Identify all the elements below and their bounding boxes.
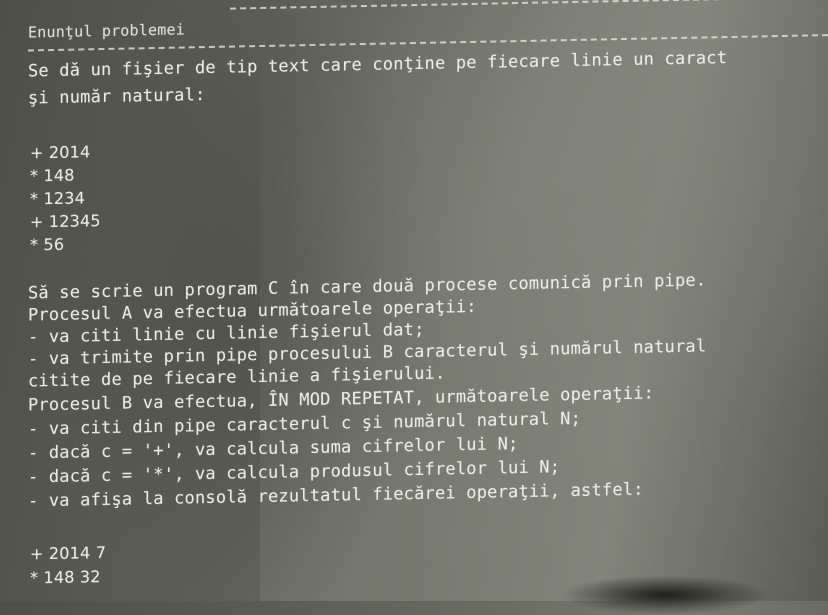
problem-title: Enunţul problemei (28, 20, 185, 42)
statement-line-1: Se dă un fişier de tip text care conţine… (28, 48, 728, 82)
example-input-1: + 2014 (30, 142, 91, 163)
example-input-4: + 12345 (30, 211, 101, 232)
example-input-3: * 1234 (30, 188, 86, 209)
statement-line-2: şi număr natural: (28, 85, 206, 109)
example-output-2: * 148 32 (30, 567, 101, 588)
example-output-1: + 2014 7 (30, 542, 107, 564)
example-input-5: * 56 (30, 234, 65, 255)
example-input-2: * 148 (30, 165, 75, 186)
screen-photo: Enunţul problemei Se dă un fişier de tip… (0, 0, 828, 601)
top-dashed-rule (230, 0, 828, 10)
bottom-shadow (560, 575, 770, 615)
